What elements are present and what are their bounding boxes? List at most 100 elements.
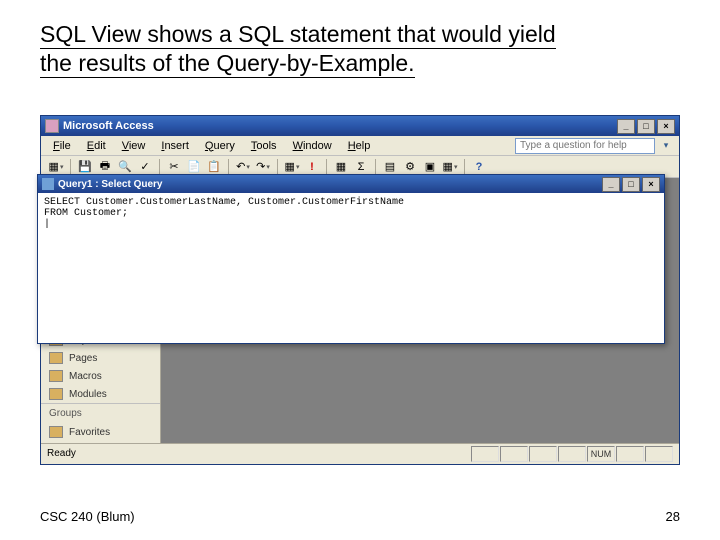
chevron-down-icon: ▾ — [296, 163, 300, 171]
menu-insert[interactable]: Insert — [155, 138, 195, 154]
sql-query-window: Query1 : Select Query _ □ × SELECT Custo… — [37, 174, 665, 344]
view-icon: ▦ — [49, 160, 59, 173]
preview-icon: 🔍 — [118, 160, 132, 173]
help-dropdown-icon[interactable]: ▾ — [659, 140, 673, 151]
redo-icon: ↷ — [256, 160, 265, 173]
save-icon: 💾 — [78, 160, 92, 173]
separator — [277, 159, 278, 175]
modules-icon — [49, 388, 63, 400]
menu-help[interactable]: Help — [342, 138, 377, 154]
undo-button[interactable]: ↶▾ — [234, 158, 252, 176]
separator — [70, 159, 71, 175]
statusbar: Ready NUM — [41, 443, 679, 463]
status-num: NUM — [587, 446, 615, 462]
sidebar-groups-header: Groups — [41, 403, 160, 423]
props-icon: ▤ — [385, 160, 395, 173]
access-window: Microsoft Access _ □ × File Edit View In… — [40, 115, 680, 465]
inner-close-button[interactable]: × — [642, 177, 660, 192]
showtable-icon: ▦ — [336, 160, 346, 173]
sidebar-item-pages[interactable]: Pages — [41, 349, 160, 367]
menu-file[interactable]: File — [47, 138, 77, 154]
separator — [159, 159, 160, 175]
sql-editor[interactable]: SELECT Customer.CustomerLastName, Custom… — [38, 193, 664, 341]
inner-titlebar: Query1 : Select Query _ □ × — [38, 175, 664, 193]
favorites-icon — [49, 426, 63, 438]
footer-left: CSC 240 (Blum) — [40, 509, 135, 524]
titlebar: Microsoft Access _ □ × — [41, 116, 679, 136]
status-cell — [500, 446, 528, 462]
sidebar-item-label: Macros — [69, 371, 102, 382]
chevron-down-icon: ▾ — [266, 163, 270, 171]
copy-button[interactable]: 📄 — [185, 158, 203, 176]
chevron-down-icon: ▾ — [454, 163, 458, 171]
paste-button[interactable]: 📋 — [205, 158, 223, 176]
sidebar-item-label: Modules — [69, 389, 107, 400]
inner-maximize-button[interactable]: □ — [622, 177, 640, 192]
macros-icon — [49, 370, 63, 382]
inner-minimize-button[interactable]: _ — [602, 177, 620, 192]
status-cell — [645, 446, 673, 462]
save-button[interactable]: 💾 — [76, 158, 94, 176]
chevron-down-icon: ▾ — [60, 163, 64, 171]
totals-button[interactable]: Σ — [352, 158, 370, 176]
sidebar-item-macros[interactable]: Macros — [41, 367, 160, 385]
separator — [228, 159, 229, 175]
menubar: File Edit View Insert Query Tools Window… — [41, 136, 679, 156]
cut-icon: ✂ — [169, 160, 178, 173]
maximize-button[interactable]: □ — [637, 119, 655, 134]
cut-button[interactable]: ✂ — [165, 158, 183, 176]
run-icon: ! — [310, 161, 314, 173]
separator — [375, 159, 376, 175]
undo-icon: ↶ — [236, 160, 245, 173]
pages-icon — [49, 352, 63, 364]
spell-button[interactable]: ✓ — [136, 158, 154, 176]
close-button[interactable]: × — [657, 119, 675, 134]
view-button[interactable]: ▦▾ — [47, 158, 65, 176]
newobj-button[interactable]: ▦▾ — [441, 158, 459, 176]
help-search-input[interactable] — [515, 138, 655, 154]
separator — [326, 159, 327, 175]
menu-window[interactable]: Window — [287, 138, 338, 154]
menu-tools[interactable]: Tools — [245, 138, 283, 154]
props-button[interactable]: ▤ — [381, 158, 399, 176]
db-icon: ▣ — [425, 160, 435, 173]
status-cell — [471, 446, 499, 462]
totals-icon: Σ — [358, 161, 365, 173]
build-icon: ⚙ — [405, 160, 415, 173]
build-button[interactable]: ⚙ — [401, 158, 419, 176]
help-button[interactable]: ? — [470, 158, 488, 176]
run-button[interactable]: ! — [303, 158, 321, 176]
menu-query[interactable]: Query — [199, 138, 241, 154]
slide-footer: CSC 240 (Blum) 28 — [40, 509, 680, 524]
app-title: Microsoft Access — [63, 120, 154, 132]
copy-icon: 📄 — [187, 160, 201, 173]
spell-icon: ✓ — [140, 160, 149, 173]
slide-title: SQL View shows a SQL statement that woul… — [40, 20, 680, 78]
sidebar-item-label: Pages — [69, 353, 97, 364]
print-button[interactable]: 🖶 — [96, 158, 114, 176]
inner-title-text: Query1 : Select Query — [58, 179, 163, 190]
menu-edit[interactable]: Edit — [81, 138, 112, 154]
querytype-button[interactable]: ▦▾ — [283, 158, 301, 176]
help-icon: ? — [476, 161, 483, 173]
newobj-icon: ▦ — [443, 160, 453, 173]
footer-page: 28 — [666, 509, 680, 524]
query-icon — [42, 178, 54, 190]
querytype-icon: ▦ — [285, 160, 295, 173]
paste-icon: 📋 — [207, 160, 221, 173]
preview-button[interactable]: 🔍 — [116, 158, 134, 176]
minimize-button[interactable]: _ — [617, 119, 635, 134]
separator — [464, 159, 465, 175]
dbwindow-button[interactable]: ▣ — [421, 158, 439, 176]
status-cell — [616, 446, 644, 462]
chevron-down-icon: ▾ — [246, 163, 250, 171]
showtable-button[interactable]: ▦ — [332, 158, 350, 176]
sidebar-item-favorites[interactable]: Favorites — [41, 423, 160, 441]
sidebar-item-modules[interactable]: Modules — [41, 385, 160, 403]
menu-view[interactable]: View — [116, 138, 152, 154]
status-cell — [529, 446, 557, 462]
workspace: Reports Pages Macros Modules Groups Favo… — [41, 178, 679, 443]
redo-button[interactable]: ↷▾ — [254, 158, 272, 176]
status-ready: Ready — [47, 448, 76, 459]
app-icon — [45, 119, 59, 133]
